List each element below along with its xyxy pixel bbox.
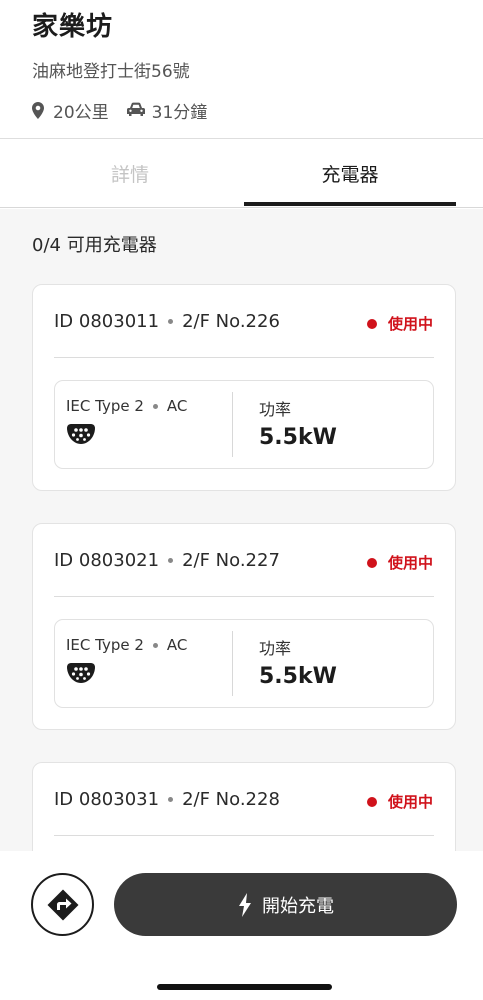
power-label: 功率 [259, 400, 292, 419]
charger-header: ID 0803021 2/F No.227 [54, 550, 280, 571]
connector-type: IEC Type 2 AC [66, 636, 187, 654]
connector-box: IEC Type 2 AC 功率 5.5kW [54, 619, 434, 708]
power-value: 5.5kW [259, 664, 337, 689]
charger-card[interactable]: ID 0803021 2/F No.227 使用中 IEC Type 2 AC … [32, 523, 456, 730]
status-badge: 使用中 [366, 791, 433, 812]
charger-header: ID 0803011 2/F No.226 [54, 311, 280, 332]
divider [54, 596, 434, 597]
divider [232, 392, 233, 457]
active-tab-indicator [244, 202, 456, 206]
connector-box: IEC Type 2 AC 功率 5.5kW [54, 380, 434, 469]
status-badge: 使用中 [366, 552, 433, 573]
current-type: AC [166, 397, 188, 415]
connector-type: IEC Type 2 AC [66, 397, 187, 415]
charger-card[interactable]: ID 0803031 2/F No.228 使用中 [32, 762, 456, 851]
station-name: 家樂坊 [32, 12, 114, 42]
tab-bar: 詳情 充電器 [0, 140, 483, 208]
charger-id: ID 0803011 [54, 311, 160, 332]
type2-plug-icon [67, 423, 95, 445]
status-badge: 使用中 [366, 313, 433, 334]
lightning-icon [239, 892, 251, 917]
divider [54, 357, 434, 358]
action-bar: 開始充電 [0, 851, 483, 1000]
tab-chargers[interactable]: 充電器 [244, 140, 456, 206]
availability-count: 0/4 可用充電器 [32, 235, 157, 256]
home-indicator [157, 984, 332, 990]
type2-plug-icon [67, 662, 95, 684]
location-pin-icon [32, 101, 48, 120]
power-value: 5.5kW [259, 425, 337, 450]
charger-list[interactable]: 0/4 可用充電器 ID 0803011 2/F No.226 使用中 IEC … [0, 209, 483, 851]
separator-dot [152, 642, 158, 648]
connector-name: IEC Type 2 [66, 636, 144, 654]
charger-id: ID 0803031 [54, 789, 160, 810]
divider [232, 631, 233, 696]
status-text: 使用中 [387, 793, 433, 811]
status-dot-icon [366, 796, 377, 807]
separator-dot [152, 403, 158, 409]
status-text: 使用中 [387, 554, 433, 572]
connector-name: IEC Type 2 [66, 397, 144, 415]
status-text: 使用中 [387, 315, 433, 333]
charger-card[interactable]: ID 0803011 2/F No.226 使用中 IEC Type 2 AC … [32, 284, 456, 491]
charger-id: ID 0803021 [54, 550, 160, 571]
status-dot-icon [366, 557, 377, 568]
separator-dot [168, 319, 174, 324]
start-charging-label: 開始充電 [262, 895, 334, 917]
station-meta: 20公里 31分鐘 [32, 98, 207, 123]
start-charging-button[interactable]: 開始充電 [114, 873, 457, 936]
divider [54, 835, 434, 836]
distance-text: 20公里 [53, 103, 109, 123]
directions-icon [47, 889, 78, 920]
status-dot-icon [366, 318, 377, 329]
separator-dot [168, 558, 174, 563]
tab-details[interactable]: 詳情 [16, 140, 244, 206]
charger-location: 2/F No.226 [182, 311, 280, 332]
car-icon [126, 102, 147, 120]
drive-time-text: 31分鐘 [151, 103, 208, 123]
power-label: 功率 [259, 639, 292, 658]
separator-dot [168, 797, 174, 802]
station-header: 家樂坊 油麻地登打士街56號 20公里 31分鐘 [0, 0, 483, 139]
charger-location: 2/F No.228 [182, 789, 280, 810]
charger-header: ID 0803031 2/F No.228 [54, 789, 280, 810]
station-address: 油麻地登打士街56號 [32, 62, 190, 82]
navigate-button[interactable] [31, 873, 94, 936]
charger-location: 2/F No.227 [182, 550, 280, 571]
current-type: AC [166, 636, 188, 654]
